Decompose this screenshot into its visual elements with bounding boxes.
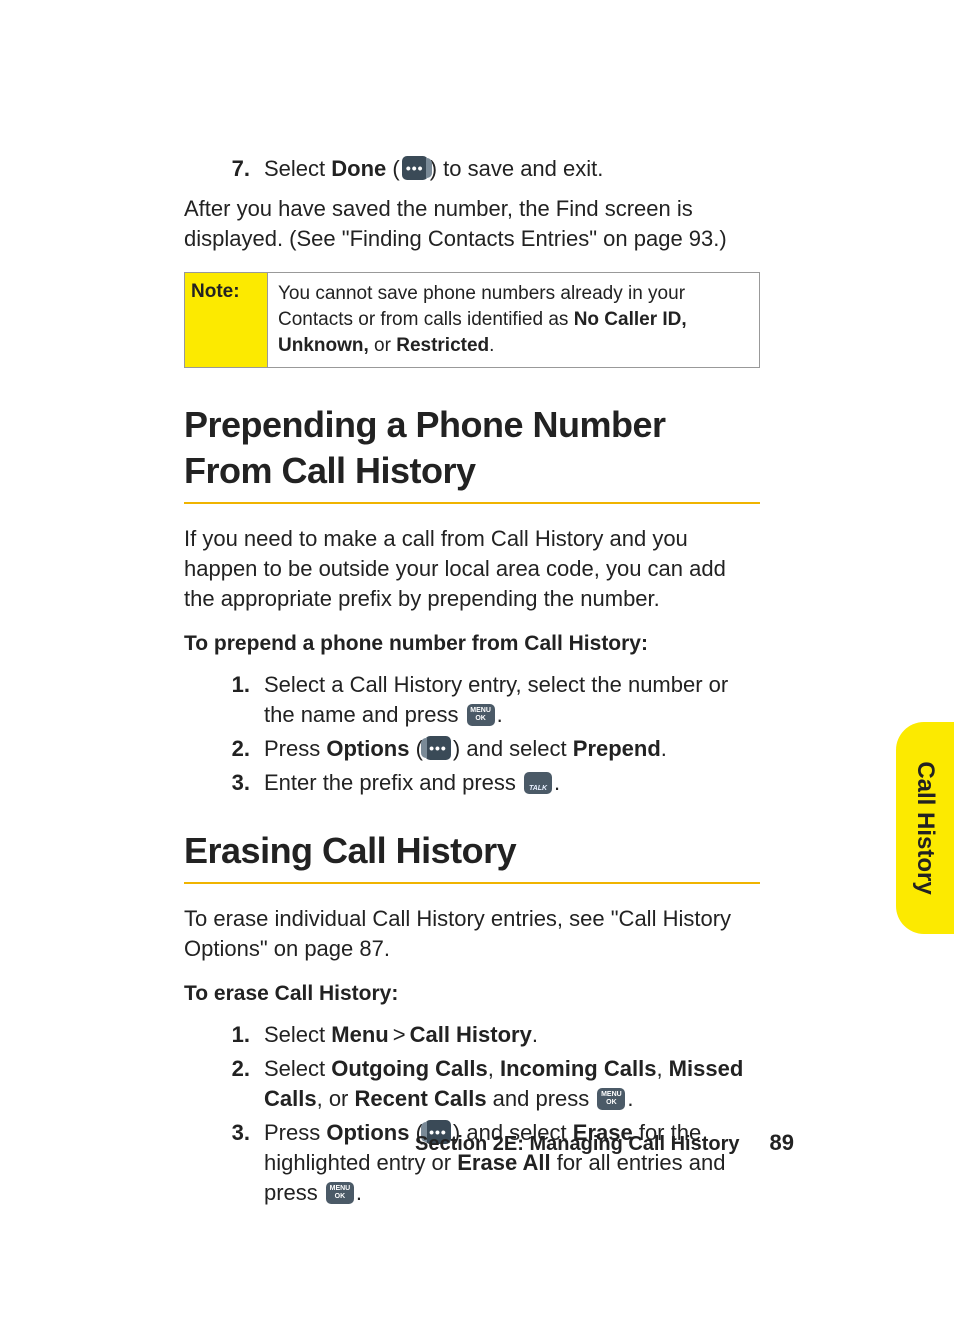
bold-menu: Menu: [331, 1022, 388, 1047]
text: Select: [264, 156, 331, 181]
softkey-dots-icon: [402, 156, 428, 180]
prepend-step-1: 1. Select a Call History entry, select t…: [194, 670, 760, 730]
step-number: 2.: [194, 1054, 264, 1084]
text: and press: [487, 1086, 596, 1111]
softkey-dots-icon: [425, 736, 451, 760]
prepend-subhead: To prepend a phone number from Call Hist…: [184, 632, 760, 656]
bold-options: Options: [326, 736, 409, 761]
bold-call-history: Call History: [410, 1022, 532, 1047]
erase-step-2: 2. Select Outgoing Calls, Incoming Calls…: [194, 1054, 760, 1114]
text: ,: [656, 1056, 668, 1081]
heading-erasing: Erasing Call History: [184, 828, 760, 874]
side-tab-label: Call History: [911, 761, 939, 894]
step-text: Select Menu>Call History.: [264, 1020, 760, 1050]
prepend-step-3: 3. Enter the prefix and press .: [194, 768, 760, 798]
step-number: 1.: [194, 670, 264, 700]
note-body: You cannot save phone numbers already in…: [268, 273, 759, 367]
text: , or: [317, 1086, 355, 1111]
step-7: 7. Select Done ( ) to save and exit.: [194, 154, 760, 184]
step-text: Select Outgoing Calls, Incoming Calls, M…: [264, 1054, 760, 1114]
prepend-intro: If you need to make a call from Call His…: [184, 524, 760, 614]
page-footer: Section 2E: Managing Call History 89: [184, 1130, 794, 1156]
step-number: 2.: [194, 734, 264, 764]
heading-rule: [184, 502, 760, 504]
footer-section-title: Section 2E: Managing Call History: [415, 1133, 740, 1156]
step-text: Enter the prefix and press .: [264, 768, 760, 798]
menu-separator: >: [389, 1022, 410, 1047]
step-text: Select Done ( ) to save and exit.: [264, 154, 760, 184]
talk-key-icon: [524, 772, 552, 794]
heading-rule: [184, 882, 760, 884]
bold: Outgoing Calls: [331, 1056, 487, 1081]
text: .: [627, 1086, 633, 1111]
erase-subhead: To erase Call History:: [184, 982, 760, 1006]
footer-page-number: 89: [770, 1130, 794, 1156]
bold-done: Done: [331, 156, 386, 181]
text: or: [369, 335, 396, 356]
text: .: [497, 702, 503, 727]
text: ,: [488, 1056, 500, 1081]
text: .: [661, 736, 667, 761]
side-tab-call-history: Call History: [896, 722, 954, 934]
after-save-paragraph: After you have saved the number, the Fin…: [184, 194, 760, 254]
menu-ok-icon: [467, 704, 495, 726]
text: .: [554, 770, 560, 795]
heading-prepending: Prepending a Phone Number From Call Hist…: [184, 402, 760, 494]
prepend-step-2: 2. Press Options () and select Prepend.: [194, 734, 760, 764]
note-box: Note: You cannot save phone numbers alre…: [184, 272, 760, 368]
menu-ok-icon: [597, 1088, 625, 1110]
text: ) to save and exit.: [430, 156, 604, 181]
text: Enter the prefix and press: [264, 770, 522, 795]
text: .: [356, 1180, 362, 1205]
text: Press: [264, 736, 326, 761]
bold-prepend: Prepend: [573, 736, 661, 761]
bold: Incoming Calls: [500, 1056, 656, 1081]
bold: Recent Calls: [355, 1086, 487, 1111]
erase-intro: To erase individual Call History entries…: [184, 904, 760, 964]
text: (: [386, 156, 399, 181]
text: .: [489, 335, 494, 356]
text: .: [532, 1022, 538, 1047]
text: Select: [264, 1022, 331, 1047]
note-label: Note:: [185, 273, 268, 367]
step-text: Select a Call History entry, select the …: [264, 670, 760, 730]
step-number: 3.: [194, 768, 264, 798]
menu-ok-icon: [326, 1182, 354, 1204]
text: ) and select: [453, 736, 573, 761]
text: Select: [264, 1056, 331, 1081]
step-text: Press Options () and select Prepend.: [264, 734, 760, 764]
erase-step-1: 1. Select Menu>Call History.: [194, 1020, 760, 1050]
bold: Restricted: [396, 335, 489, 356]
step-number: 7.: [194, 154, 264, 184]
step-number: 1.: [194, 1020, 264, 1050]
